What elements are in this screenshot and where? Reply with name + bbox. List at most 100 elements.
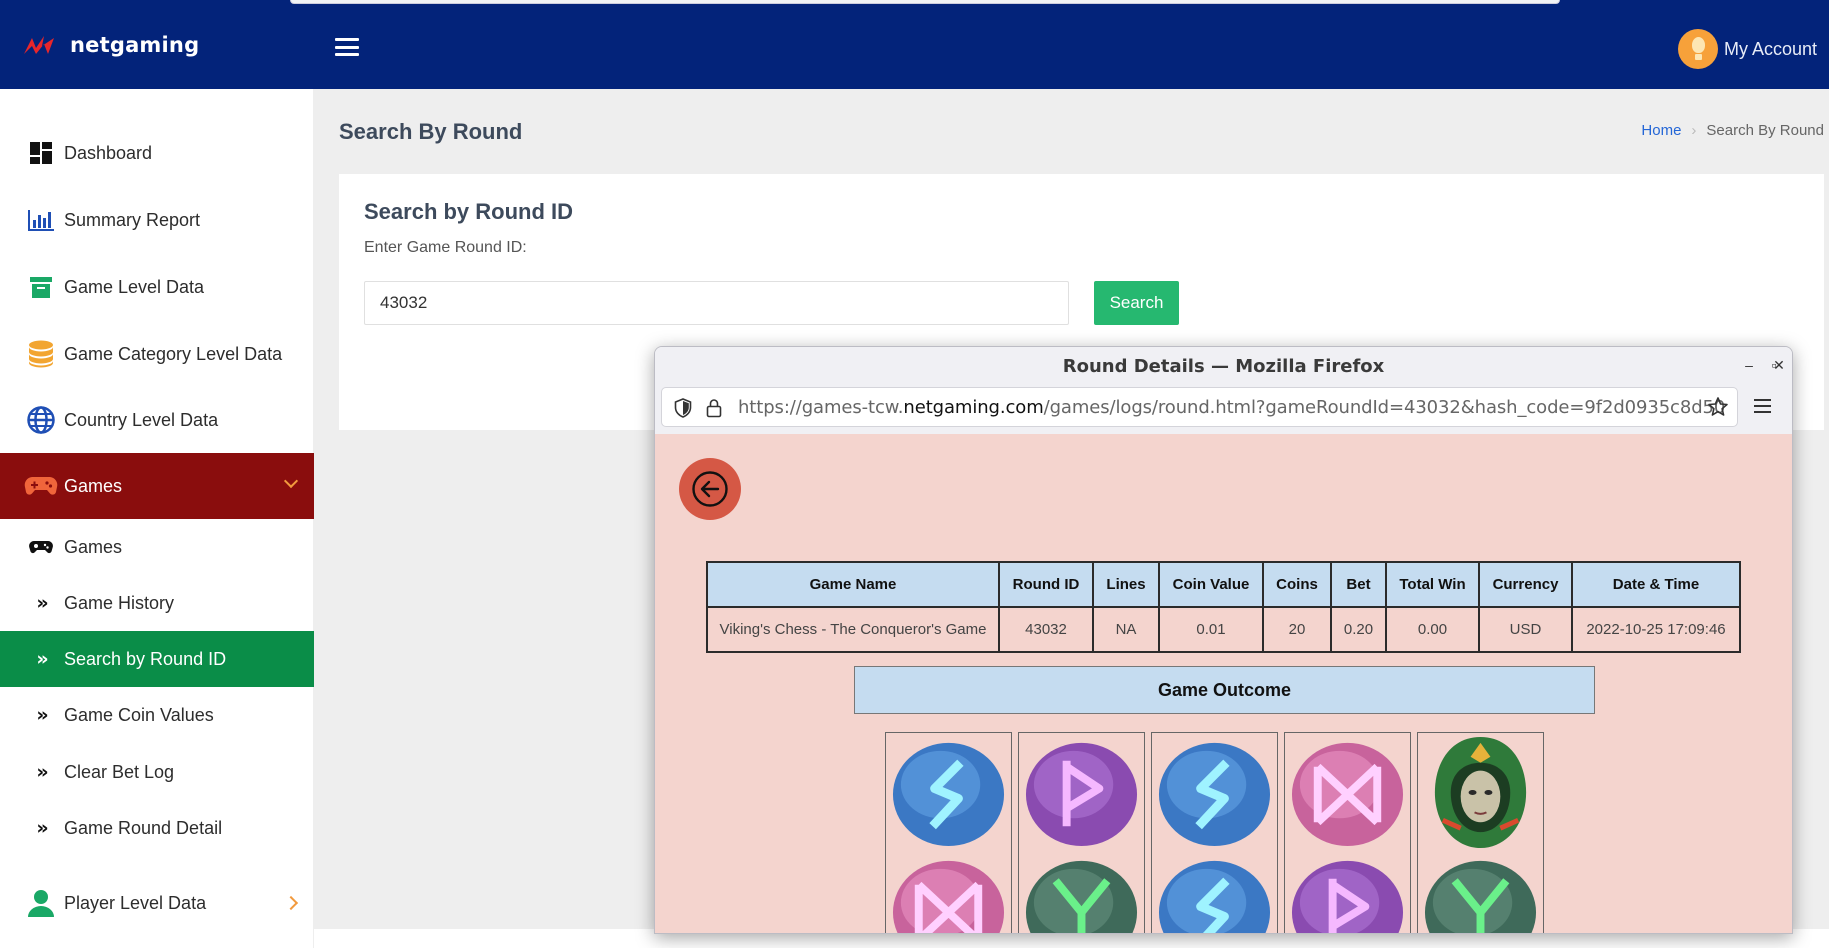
menu-toggle-icon[interactable] xyxy=(335,38,359,56)
avatar xyxy=(1677,29,1718,69)
table-cell: Viking's Chess - The Conqueror's Game xyxy=(706,606,1000,653)
sidebar-item-label: Country Level Data xyxy=(64,409,219,430)
blue-s-rune-icon xyxy=(1158,860,1271,933)
breadcrumb: Home › Search By Round xyxy=(1641,122,1824,139)
user-icon xyxy=(27,889,55,917)
sidebar-item-game-category-level-data[interactable]: Game Category Level Data xyxy=(0,321,314,387)
minimize-icon[interactable]: – xyxy=(1741,357,1757,373)
table-cell: 0.20 xyxy=(1330,606,1387,653)
column-header: Round ID xyxy=(998,561,1094,608)
sidebar-item-game-coin-values[interactable]: » Game Coin Values xyxy=(0,687,314,743)
back-arrow-icon xyxy=(692,471,728,507)
round-id-label: Enter Game Round ID: xyxy=(364,239,527,256)
dashboard-icon xyxy=(27,139,55,167)
breadcrumb-current: Search By Round xyxy=(1706,122,1824,139)
column-header: Coins xyxy=(1262,561,1332,608)
sidebar-item-clear-bet-log[interactable]: » Clear Bet Log xyxy=(0,744,314,800)
double-chevron-icon: » xyxy=(36,704,48,726)
bookmark-star-icon[interactable] xyxy=(1707,396,1729,418)
table-cell: 0.01 xyxy=(1158,606,1264,653)
reel xyxy=(1018,732,1145,933)
lock-icon[interactable] xyxy=(706,398,722,418)
sidebar-item-label: Player Level Data xyxy=(64,892,207,913)
sidebar-item-game-round-detail[interactable]: » Game Round Detail xyxy=(0,800,314,856)
sidebar-item-games[interactable]: Games xyxy=(0,519,314,575)
window-title: Round Details — Mozilla Firefox xyxy=(1062,356,1385,377)
back-button[interactable] xyxy=(679,458,741,520)
reel xyxy=(885,732,1012,933)
table-cell: 0.00 xyxy=(1385,606,1480,653)
column-header: Lines xyxy=(1092,561,1160,608)
sidebar-item-label: Games xyxy=(64,536,123,557)
reel xyxy=(1151,732,1278,933)
database-icon xyxy=(27,340,55,368)
gamepad-icon xyxy=(24,472,58,500)
green-y-rune-icon xyxy=(1025,860,1138,933)
sidebar-item-label: Summary Report xyxy=(64,209,201,230)
double-chevron-icon: » xyxy=(36,761,48,783)
my-account-button[interactable]: My Account xyxy=(1677,29,1817,69)
card-title: Search by Round ID xyxy=(364,199,574,224)
blue-s-rune-icon xyxy=(1158,742,1271,847)
table-cell: 2022-10-25 17:09:46 xyxy=(1571,606,1741,653)
brand-name: netgaming xyxy=(70,33,200,57)
sidebar-item-games-group[interactable]: Games xyxy=(0,453,314,519)
search-button[interactable]: Search xyxy=(1094,281,1179,325)
purple-p-rune-icon xyxy=(1291,860,1404,933)
breadcrumb-separator-icon: › xyxy=(1691,122,1697,139)
column-header: Currency xyxy=(1478,561,1573,608)
double-chevron-icon: » xyxy=(36,817,48,839)
blue-s-rune-icon xyxy=(892,742,1005,847)
sidebar-item-country-level-data[interactable]: Country Level Data xyxy=(0,387,314,453)
hooded-warrior-icon xyxy=(1434,736,1527,849)
url-bar[interactable]: https://games-tcw.netgaming.com/games/lo… xyxy=(661,387,1738,427)
sidebar-item-label: Search by Round ID xyxy=(64,648,227,669)
netgaming-logo-icon xyxy=(24,36,54,54)
shield-icon[interactable] xyxy=(674,398,692,418)
sidebar-item-label: Game Coin Values xyxy=(64,704,214,725)
window-titlebar[interactable]: Round Details — Mozilla Firefox – ▫ ✕ xyxy=(655,347,1792,385)
breadcrumb-home-link[interactable]: Home xyxy=(1641,122,1681,139)
column-header: Coin Value xyxy=(1158,561,1264,608)
double-chevron-icon: » xyxy=(36,592,48,614)
reel xyxy=(1284,732,1411,933)
sidebar-item-label: Clear Bet Log xyxy=(64,761,175,782)
round-details-window: Round Details — Mozilla Firefox – ▫ ✕ ht… xyxy=(654,346,1793,934)
column-header: Total Win xyxy=(1385,561,1480,608)
sidebar: Dashboard Summary Report Game Level Data… xyxy=(0,89,314,948)
sidebar-item-label: Game Category Level Data xyxy=(64,343,283,364)
sidebar-item-game-history[interactable]: » Game History xyxy=(0,575,314,631)
globe-icon xyxy=(27,406,55,434)
browser-tab-strip xyxy=(290,0,1560,4)
url-text[interactable]: https://games-tcw.netgaming.com/games/lo… xyxy=(738,397,1725,418)
account-label: My Account xyxy=(1723,38,1817,59)
sidebar-item-game-level-data[interactable]: Game Level Data xyxy=(0,254,314,320)
sidebar-item-player-level-data[interactable]: Player Level Data xyxy=(0,870,314,936)
column-header: Game Name xyxy=(706,561,1000,608)
chevron-right-icon xyxy=(283,895,299,911)
brand[interactable]: netgaming xyxy=(22,32,199,58)
gamepad-small-icon xyxy=(27,533,55,561)
pink-m-rune-icon xyxy=(1291,742,1404,847)
page-title: Search By Round xyxy=(339,119,523,144)
bar-chart-icon xyxy=(27,206,55,234)
pink-m-rune-icon xyxy=(892,860,1005,933)
column-header: Date & Time xyxy=(1571,561,1741,608)
table-cell: 20 xyxy=(1262,606,1332,653)
sidebar-item-summary-report[interactable]: Summary Report xyxy=(0,187,314,253)
close-icon[interactable]: ✕ xyxy=(1771,357,1787,374)
column-header: Bet xyxy=(1330,561,1387,608)
round-details-page: Game Name Round ID Lines Coin Value Coin… xyxy=(655,434,1792,933)
sidebar-item-label: Dashboard xyxy=(64,142,153,163)
browser-menu-icon[interactable] xyxy=(1754,399,1771,413)
purple-p-rune-icon xyxy=(1025,742,1138,847)
sidebar-item-dashboard[interactable]: Dashboard xyxy=(0,120,314,186)
table-cell: 43032 xyxy=(998,606,1094,653)
table-header-row: Game Name Round ID Lines Coin Value Coin… xyxy=(706,561,1741,608)
table-cell: USD xyxy=(1478,606,1573,653)
round-id-input[interactable] xyxy=(364,281,1069,325)
archive-icon xyxy=(27,273,55,301)
green-y-rune-icon xyxy=(1424,860,1537,933)
sidebar-item-search-by-round-id[interactable]: » Search by Round ID xyxy=(0,631,314,687)
top-navbar: netgaming My Account xyxy=(0,0,1829,89)
